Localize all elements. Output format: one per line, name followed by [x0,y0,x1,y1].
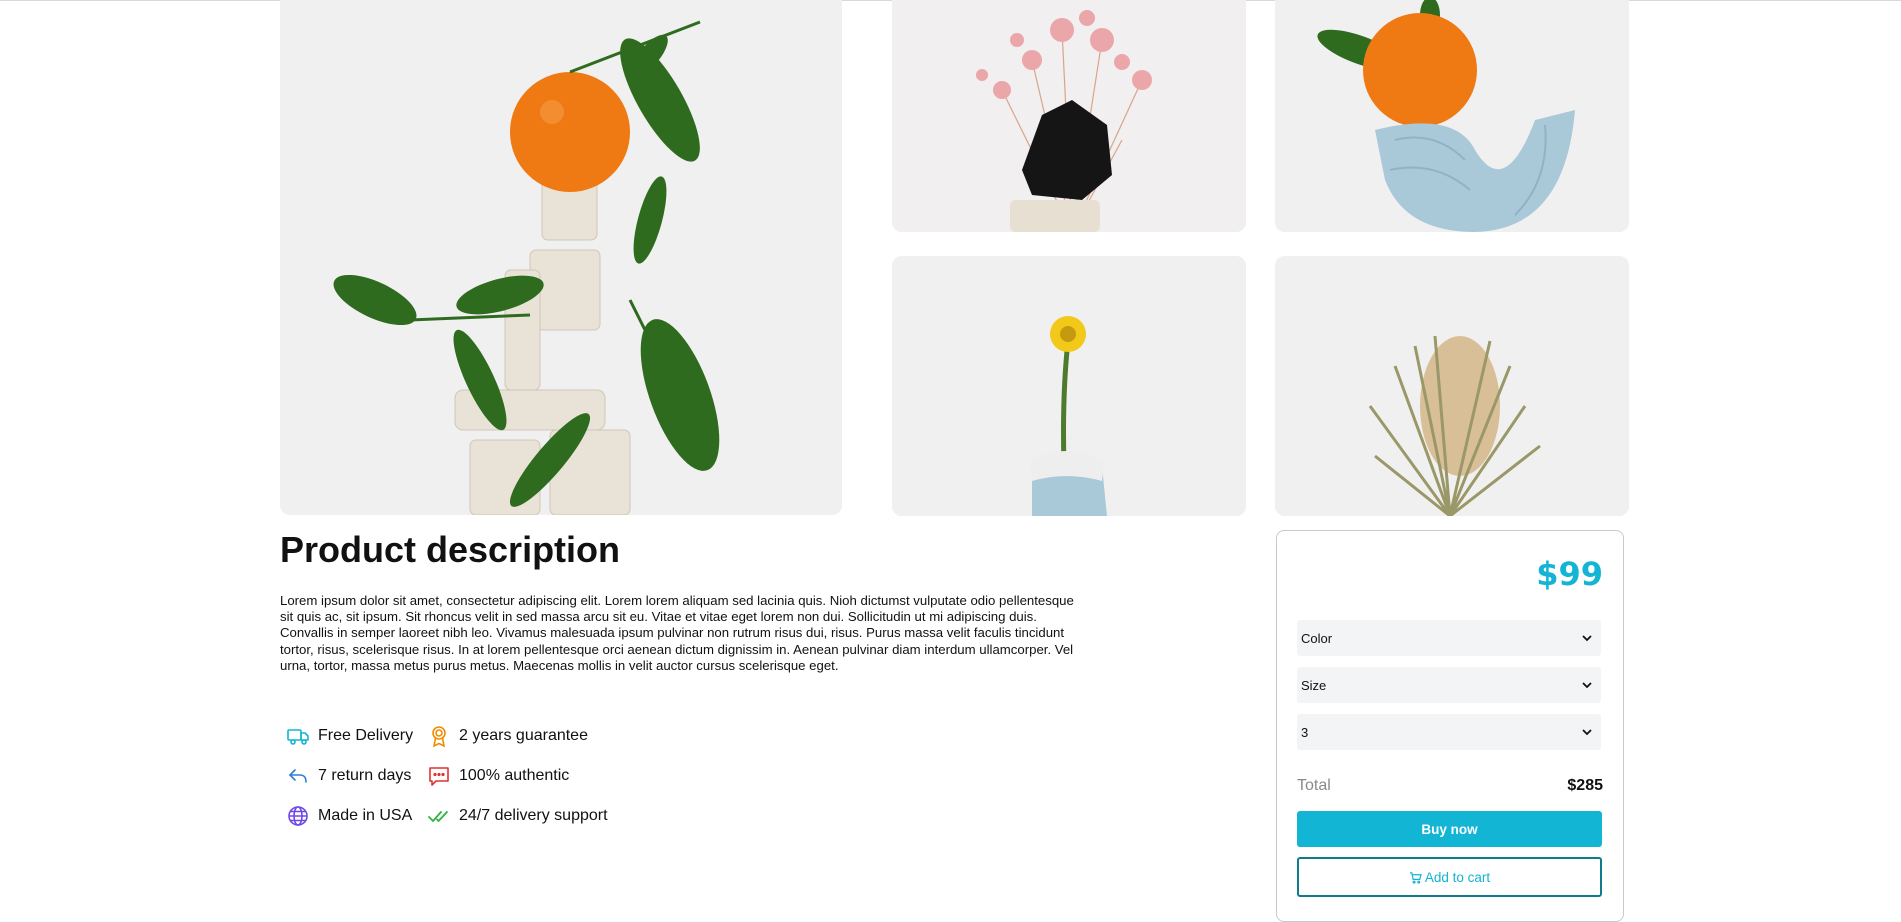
description-paragraph: Convallis in semper laoreet nibh leo. Vi… [280,625,1074,673]
buy-now-button[interactable]: Buy now [1297,811,1602,847]
add-to-cart-label: Add to cart [1424,869,1491,885]
feature-label: 2 years guarantee [459,727,588,744]
feature-label: 24/7 delivery support [459,807,608,824]
black-rock-with-pink-flowers-photo[interactable] [892,0,1246,232]
color-select-value: Color [1301,630,1333,646]
description-paragraph: Lorem ipsum dolor sit amet, consectetur … [280,593,1074,625]
quantity-select-value: 3 [1301,724,1309,740]
product-description: Lorem ipsum dolor sit amet, consectetur … [280,593,1080,674]
chevron-down-icon [1582,682,1592,689]
orange-on-blue-clay-photo[interactable] [1275,0,1629,232]
feature-label: Made in USA [318,807,413,824]
globe-icon [288,806,308,826]
feature-item-guarantee: 2 years guarantee [427,724,588,748]
cart-icon [1409,871,1422,884]
truck-icon [287,729,309,745]
price: $99 [1536,555,1603,593]
size-select[interactable]: Size [1297,667,1601,703]
add-to-cart-button[interactable]: Add to cart [1297,857,1602,897]
chevron-down-icon [1582,729,1592,736]
feature-label: Free Delivery [318,727,414,744]
message-icon [429,767,449,786]
award-icon [432,726,446,748]
feature-item-made-in-usa: Made in USA [286,804,412,828]
yellow-flower-in-blue-vase-photo[interactable] [892,256,1246,516]
double-check-icon [428,811,448,822]
feature-label: 7 return days [318,767,412,784]
purchase-card: $99 Color Size 3 Total $285 Buy now Add … [1276,530,1624,922]
buy-now-label: Buy now [1421,821,1478,837]
size-select-value: Size [1301,677,1327,693]
feature-item-delivery-support: 24/7 delivery support [427,804,608,828]
color-select[interactable]: Color [1297,620,1601,656]
total-value: $285 [1567,777,1603,794]
total-label: Total [1297,777,1331,794]
dried-banksia-flower-photo[interactable] [1275,256,1629,516]
orange-on-clay-tower-photo[interactable] [280,0,842,515]
quantity-select[interactable]: 3 [1297,714,1601,750]
feature-item-return-days: 7 return days [286,764,411,788]
return-arrow-icon [288,769,307,783]
chevron-down-icon [1582,635,1592,642]
feature-item-authentic: 100% authentic [427,764,569,788]
feature-item-free-delivery: Free Delivery [286,724,413,748]
feature-label: 100% authentic [459,767,570,784]
page-title: Product description [280,529,621,570]
